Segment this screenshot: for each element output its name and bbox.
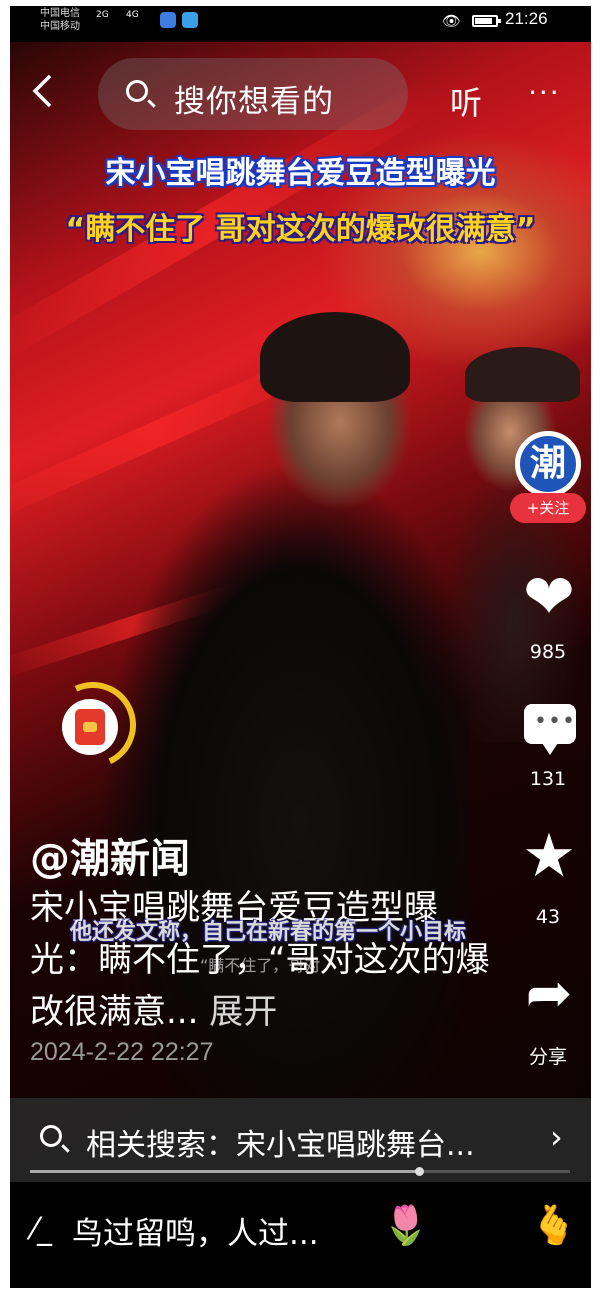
share-label: 分享 <box>528 1046 567 1068</box>
carrier-label: 中国电信 中国移动 <box>40 7 80 33</box>
like-button[interactable]: ❤ <box>513 566 585 628</box>
listen-button[interactable]: 听 <box>450 78 482 124</box>
red-packet-button[interactable] <box>62 699 118 755</box>
eye-comfort-icon: 👁 <box>442 12 462 30</box>
tulip-emoji-button[interactable]: 🌷 <box>382 1204 429 1246</box>
video-headline-line1: 宋小宝唱跳舞台爱豆造型曝光 <box>105 156 496 191</box>
back-button[interactable] <box>30 72 54 116</box>
expand-link[interactable]: 展开 <box>209 992 277 1032</box>
clock: 21:26 <box>505 9 548 28</box>
network-type-2: 4G <box>126 10 139 20</box>
cloud-notification-icon <box>182 12 198 28</box>
more-button[interactable]: ··· <box>528 76 561 109</box>
comment-count: 131 <box>529 768 567 790</box>
star-icon: ★ <box>522 821 576 891</box>
share-arrow-icon: ➦ <box>525 961 573 1026</box>
follow-button[interactable]: +关注 <box>510 493 586 523</box>
network-type-1: 2G <box>96 10 109 20</box>
like-count: 985 <box>529 641 567 663</box>
video-headline-line2: “瞒不住了 哥对这次的爆改很满意” <box>65 212 536 247</box>
author-name[interactable]: @潮新闻 <box>30 826 190 884</box>
app-notification-icon <box>160 12 176 28</box>
background-person-image <box>440 342 590 742</box>
comment-bar: ⁄_ 鸟过留鸣，人过... 🌷 😁 🫰 <box>10 1182 591 1288</box>
author-avatar[interactable]: 潮 <box>515 431 581 497</box>
share-button[interactable]: ➦ <box>513 966 585 1022</box>
comment-input[interactable]: 鸟过留鸣，人过... <box>72 1208 319 1253</box>
avatar-logo-text: 潮 <box>520 436 576 492</box>
red-envelope-icon <box>75 709 105 745</box>
favorite-button[interactable]: ★ <box>513 826 585 886</box>
carrier-mobile: 中国移动 <box>40 21 80 32</box>
search-bar[interactable]: 搜你想看的 <box>98 58 408 130</box>
status-bar: 中国电信 中国移动 2G 4G 👁 21:26 <box>10 6 591 42</box>
video-subtitle: 他还发文称，自己在新春的第一个小目标 <box>70 920 467 945</box>
grin-emoji-button[interactable]: 😁 <box>456 1204 496 1246</box>
search-icon <box>40 1125 62 1147</box>
progress-fill <box>30 1170 419 1173</box>
heart-icon: ❤ <box>523 560 575 633</box>
phone-screen: 中国电信 中国移动 2G 4G 👁 21:26 搜你想看的 听 ··· 宋小宝唱… <box>10 6 591 1288</box>
performer-hair <box>260 312 410 402</box>
comment-icon: ••• <box>534 709 576 734</box>
video-subtitle-overlay: “瞒不住了，哥对 <box>200 956 321 975</box>
carrier-telecom: 中国电信 <box>40 8 80 19</box>
search-icon <box>126 80 148 102</box>
progress-handle[interactable] <box>414 1167 424 1176</box>
battery-icon <box>472 15 501 27</box>
search-placeholder: 搜你想看的 <box>174 84 334 120</box>
pen-icon: ⁄_ <box>32 1212 53 1247</box>
chevron-right-icon: › <box>550 1118 563 1156</box>
related-search-text: 相关搜索：宋小宝唱跳舞台... <box>86 1128 475 1163</box>
post-date: 2024-2-22 22:27 <box>30 1038 214 1066</box>
finger-heart-emoji-button[interactable]: 🫰 <box>530 1204 577 1246</box>
chevron-left-icon <box>32 74 52 108</box>
comment-button[interactable]: ••• <box>524 704 576 755</box>
background-person-cap <box>465 347 580 402</box>
video-progress-bar[interactable] <box>30 1167 570 1176</box>
